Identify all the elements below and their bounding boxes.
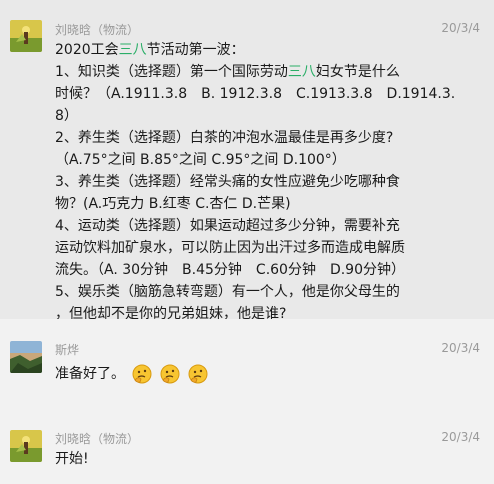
message-line: 2、养生类（选择题）白茶的冲泡水温最佳是再多少度? [55, 130, 394, 146]
message-text: 2020工会三八节活动第一波： 1、知识类（选择题）第一个国际劳动三八妇女节是什… [55, 39, 456, 325]
chat-message-list[interactable]: 刘晓晗（物流） 20/3/4 2020工会三八节活动第一波： 1、知识类（选择题… [0, 0, 494, 484]
message-line: 开始! [55, 451, 89, 467]
message-text: 准备好了。 [55, 363, 415, 385]
message-line: 8） [55, 108, 78, 124]
sender-name: 斯烨 [55, 343, 80, 357]
message-line: 物？(A.巧克力 B.红枣 C.杏仁 D.芒果) [55, 196, 291, 212]
avatar[interactable] [10, 20, 42, 52]
thinking-face-icon [159, 363, 181, 385]
message-line: 准备好了。 [55, 366, 125, 382]
sender-name: 刘晓晗（物流） [55, 23, 140, 37]
message-line: 3、养生类（选择题）经常头痛的女性应避免少吃哪种食 [55, 174, 400, 190]
message-line: 5、娱乐类（脑筋急转弯题）有一个人，他是你父母生的 [55, 284, 400, 300]
avatar[interactable] [10, 430, 42, 462]
message-text: 开始! [55, 448, 415, 470]
message-line: 流失。（A. 30分钟 B.45分钟 C.60分钟 D.90分钟） [55, 262, 405, 278]
message-timestamp: 20/3/4 [441, 341, 480, 355]
message-line: 运动饮料加矿泉水，可以防止因为出汗过多而造成电解质 [55, 240, 405, 256]
message-line: 时候？（A.1911.3.8 B. 1912.3.8 C.1913.3.8 D.… [55, 86, 456, 102]
message-line: 2020工会三八节活动第一波： [55, 42, 245, 58]
message-line: 4、运动类（选择题）如果运动超过多少分钟，需要补充 [55, 218, 400, 234]
message-line: （A.75°之间 B.85°之间 C.95°之间 D.100°） [55, 152, 346, 168]
message-timestamp: 20/3/4 [441, 21, 480, 35]
message-timestamp: 20/3/4 [441, 430, 480, 444]
avatar[interactable] [10, 341, 42, 373]
sender-name: 刘晓晗（物流） [55, 432, 140, 446]
thinking-face-icon [187, 363, 209, 385]
chat-message[interactable]: 刘晓晗（物流） 20/3/4 开始! [0, 414, 494, 484]
message-line: 1、知识类（选择题）第一个国际劳动三八妇女节是什么 [55, 64, 400, 80]
chat-message[interactable]: 斯烨 20/3/4 准备好了。 [0, 319, 494, 414]
thinking-face-icon [131, 363, 153, 385]
chat-message[interactable]: 刘晓晗（物流） 20/3/4 2020工会三八节活动第一波： 1、知识类（选择题… [0, 0, 494, 322]
